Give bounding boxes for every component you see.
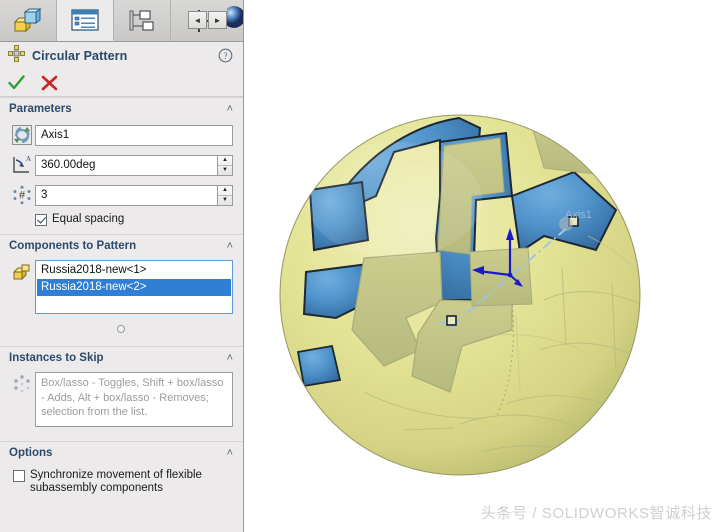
axis-endpoint-handle-start[interactable] bbox=[446, 315, 457, 326]
pattern-instances-row: # 3 ▲ ▼ bbox=[9, 183, 233, 207]
components-list[interactable]: Russia2018-new<1> Russia2018-new<2> bbox=[35, 260, 233, 314]
section-body-parameters: Axis1 A 360.00deg ▲ ▼ # 3 ▲ ▼ Equal spac… bbox=[0, 119, 243, 234]
pattern-angle-row: A 360.00deg ▲ ▼ bbox=[9, 153, 233, 177]
svg-text:?: ? bbox=[224, 51, 228, 61]
components-selection-row: Russia2018-new<1> Russia2018-new<2> bbox=[9, 260, 233, 314]
tab-scroll-buttons: ◄ ► bbox=[188, 11, 227, 29]
pattern-axis-field[interactable]: Axis1 bbox=[35, 124, 233, 146]
angle-increment-button[interactable]: ▲ bbox=[218, 156, 232, 166]
red-x-icon[interactable] bbox=[41, 75, 58, 91]
instances-decrement-button[interactable]: ▼ bbox=[218, 196, 232, 205]
angle-decrement-button[interactable]: ▼ bbox=[218, 166, 232, 175]
green-check-icon[interactable] bbox=[8, 75, 25, 91]
components-selection-icon bbox=[9, 260, 35, 284]
sync-flexible-label: Synchronize movement of flexible subasse… bbox=[30, 469, 202, 494]
property-manager-panel: ◄ ► Circular Pattern ? Parameters ˄ Axis… bbox=[0, 0, 244, 532]
section-title-options: Options bbox=[9, 447, 53, 459]
equal-spacing-checkbox[interactable] bbox=[35, 214, 47, 226]
property-manager-header: Circular Pattern ? bbox=[0, 42, 243, 70]
chevron-up-icon[interactable]: ˄ bbox=[227, 240, 233, 252]
question-mark-icon[interactable]: ? bbox=[218, 48, 233, 68]
soccer-ball-model[interactable] bbox=[244, 0, 728, 532]
rotation-axis-icon bbox=[9, 123, 35, 147]
yellow-part-block-icon bbox=[13, 7, 43, 34]
chevron-up-icon[interactable]: ˄ bbox=[227, 352, 233, 364]
list-item[interactable]: Russia2018-new<1> bbox=[37, 262, 231, 279]
section-header-options[interactable]: Options ˄ bbox=[0, 441, 243, 463]
number-of-instances-icon: # bbox=[9, 183, 35, 207]
sidebar-item-feature-manager[interactable] bbox=[0, 0, 57, 41]
property-list-icon bbox=[70, 8, 100, 32]
section-body-options: Synchronize movement of flexible subasse… bbox=[0, 463, 243, 503]
tab-scroll-prev-button[interactable]: ◄ bbox=[188, 11, 207, 29]
list-item[interactable]: Russia2018-new<2> bbox=[37, 279, 231, 296]
list-item-empty[interactable] bbox=[37, 296, 231, 312]
chevron-up-icon[interactable]: ˄ bbox=[227, 103, 233, 115]
section-title-components-to-pattern: Components to Pattern bbox=[9, 240, 137, 252]
circular-pattern-icon bbox=[8, 45, 25, 67]
property-manager-actions bbox=[0, 70, 243, 97]
pattern-axis-row: Axis1 bbox=[9, 123, 233, 147]
section-body-instances-to-skip: Box/lasso - Toggles, Shift + box/lasso -… bbox=[0, 368, 243, 441]
watermark-text: 头条号 / SOLIDWORKS智诚科技 bbox=[480, 505, 712, 522]
sidebar-item-property-manager[interactable] bbox=[57, 0, 114, 41]
graphics-viewport[interactable]: Axis1 头条号 / SOLIDWORKS智诚科技 bbox=[244, 0, 728, 532]
section-header-parameters[interactable]: Parameters ˄ bbox=[0, 97, 243, 119]
pattern-angle-field[interactable]: 360.00deg bbox=[35, 154, 218, 176]
instances-to-skip-hint[interactable]: Box/lasso - Toggles, Shift + box/lasso -… bbox=[35, 372, 233, 427]
angle-dimension-icon: A bbox=[9, 153, 35, 177]
skip-instances-icon bbox=[9, 372, 35, 396]
instances-increment-button[interactable]: ▲ bbox=[218, 186, 232, 196]
pattern-instances-field[interactable]: 3 bbox=[35, 184, 218, 206]
configuration-tree-icon bbox=[127, 8, 157, 34]
sync-flexible-row[interactable]: Synchronize movement of flexible subasse… bbox=[13, 469, 233, 495]
page-title: Circular Pattern bbox=[32, 49, 128, 63]
tab-scroll-next-button[interactable]: ► bbox=[208, 11, 227, 29]
manager-tab-strip: ◄ ► bbox=[0, 0, 243, 42]
sync-flexible-checkbox[interactable] bbox=[13, 470, 25, 482]
svg-text:#: # bbox=[19, 190, 26, 202]
svg-text:A: A bbox=[26, 155, 31, 163]
equal-spacing-row[interactable]: Equal spacing bbox=[35, 213, 233, 226]
sidebar-item-configuration-manager[interactable] bbox=[114, 0, 171, 41]
instances-to-skip-row: Box/lasso - Toggles, Shift + box/lasso -… bbox=[9, 372, 233, 427]
section-title-parameters: Parameters bbox=[9, 103, 72, 115]
appearances-tab-partial[interactable] bbox=[227, 0, 243, 41]
section-body-components-to-pattern: Russia2018-new<1> Russia2018-new<2> bbox=[0, 256, 243, 346]
equal-spacing-label: Equal spacing bbox=[52, 213, 125, 225]
pattern-angle-stepper[interactable]: ▲ ▼ bbox=[218, 154, 233, 176]
chevron-up-icon[interactable]: ˄ bbox=[227, 447, 233, 459]
axis-label: Axis1 bbox=[565, 209, 592, 221]
section-header-instances-to-skip[interactable]: Instances to Skip ˄ bbox=[0, 346, 243, 368]
pattern-instances-stepper[interactable]: ▲ ▼ bbox=[218, 184, 233, 206]
solidworks-window: ◄ ► Circular Pattern ? Parameters ˄ Axis… bbox=[0, 0, 728, 532]
section-header-components-to-pattern[interactable]: Components to Pattern ˄ bbox=[0, 234, 243, 256]
resize-handle[interactable] bbox=[9, 320, 233, 338]
section-title-instances-to-skip: Instances to Skip bbox=[9, 352, 104, 364]
